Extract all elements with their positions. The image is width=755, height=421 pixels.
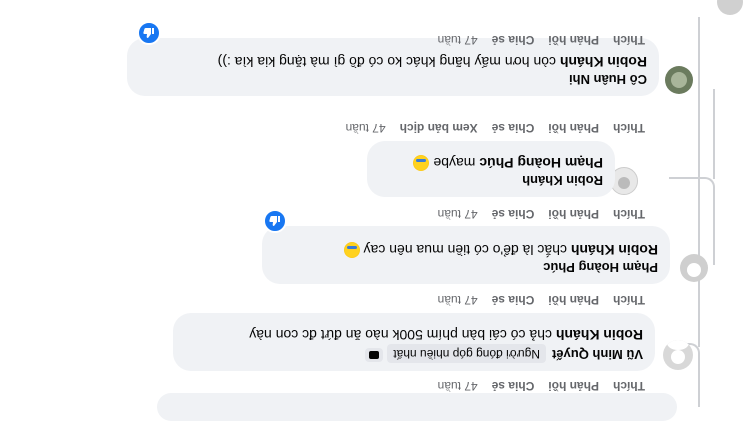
comment-actions: Thích Phản hồi Chia sẻ 47 tuần	[424, 206, 645, 221]
contributor-badge-icon	[365, 348, 384, 362]
mention[interactable]: Phạm Hoàng Phúc	[479, 155, 603, 171]
emoji-icon	[343, 242, 360, 258]
avatar[interactable]	[663, 340, 693, 370]
avatar-silhouette	[671, 350, 685, 364]
emoji-icon	[413, 155, 430, 171]
avatar[interactable]	[665, 66, 693, 94]
comment-bubble: Robin Khánh Phạm Hoàng Phúc maybe	[367, 141, 615, 197]
reply-link[interactable]: Phản hồi	[548, 121, 599, 135]
comment-actions: Thích Phản hồi Chia sẻ 47 tuần	[424, 32, 645, 47]
thread-line	[669, 177, 715, 265]
timestamp[interactable]: 47 tuần	[438, 33, 478, 47]
comment-actions: Thích Phản hồi Chia sẻ 47 tuần	[424, 378, 645, 393]
like-link[interactable]: Thích	[613, 293, 645, 307]
like-link[interactable]: Thích	[613, 121, 645, 135]
avatar[interactable]	[680, 254, 708, 282]
avatar[interactable]	[717, 0, 743, 15]
contributor-badge: Người đóng góp nhiều nhất	[387, 344, 546, 363]
share-link[interactable]: Chia sẻ	[492, 293, 535, 307]
comment-text: Robin Khánh còn hơn mấy hãng khác ko có …	[217, 54, 647, 70]
mention[interactable]: Robin Khánh	[571, 242, 658, 258]
like-reaction-icon[interactable]	[263, 209, 287, 233]
reply-link[interactable]: Phản hồi	[548, 379, 599, 393]
avatar-silhouette	[618, 177, 630, 189]
reply-link[interactable]: Phản hồi	[548, 207, 599, 221]
comment-bubble-partial	[157, 393, 677, 421]
comment-actions: Thích Phản hồi Chia sẻ Xem bản dịch 47 tuần	[332, 120, 645, 135]
timestamp[interactable]: 47 tuần	[438, 207, 478, 221]
mention[interactable]: Robin Khánh	[560, 54, 647, 70]
comment-thread: Thích Phản hồi Chia sẻ 47 tuần Vũ Minh Quyế…	[0, 0, 755, 421]
translate-link[interactable]: Xem bản dịch	[400, 121, 478, 135]
comment-author[interactable]: Phạm Hoàng Phúc	[274, 259, 658, 276]
avatar-silhouette	[667, 340, 689, 350]
avatar-silhouette	[687, 263, 701, 277]
mention[interactable]: Robin Khánh	[556, 327, 643, 343]
comment-bubble: Vũ Minh QuyếtNgười đóng góp nhiều nhất R…	[173, 313, 655, 371]
share-link[interactable]: Chia sẻ	[492, 207, 535, 221]
like-reaction-icon[interactable]	[137, 21, 161, 45]
reply-link[interactable]: Phản hồi	[548, 293, 599, 307]
comment-author[interactable]: Cô Huân Nhi	[139, 71, 647, 88]
thumbs-up-icon	[143, 28, 154, 38]
comment-text: Robin Khánh chắc là để'o có tiền mua nên…	[274, 240, 658, 259]
comment-author[interactable]: Robin Khánh	[379, 172, 603, 189]
reply-link[interactable]: Phản hồi	[548, 33, 599, 47]
timestamp[interactable]: 47 tuần	[438, 293, 478, 307]
avatar-photo	[671, 72, 687, 88]
comment-text: Robin Khánh chả có cái bàn phím 500k nào…	[249, 327, 643, 343]
comment-text: Phạm Hoàng Phúc maybe	[379, 153, 603, 172]
timestamp[interactable]: 47 tuần	[346, 121, 386, 135]
comment-author[interactable]: Vũ Minh QuyếtNgười đóng góp nhiều nhất	[185, 344, 643, 363]
thumbs-up-icon	[269, 216, 280, 226]
timestamp[interactable]: 47 tuần	[438, 379, 478, 393]
share-link[interactable]: Chia sẻ	[492, 121, 535, 135]
share-link[interactable]: Chia sẻ	[492, 379, 535, 393]
like-link[interactable]: Thích	[613, 33, 645, 47]
thread-line	[711, 89, 715, 179]
comment-actions: Thích Phản hồi Chia sẻ 47 tuần	[424, 292, 645, 307]
share-link[interactable]: Chia sẻ	[492, 33, 535, 47]
comment-bubble: Phạm Hoàng Phúc Robin Khánh chắc là để'o…	[262, 226, 670, 284]
like-link[interactable]: Thích	[613, 207, 645, 221]
like-link[interactable]: Thích	[613, 379, 645, 393]
